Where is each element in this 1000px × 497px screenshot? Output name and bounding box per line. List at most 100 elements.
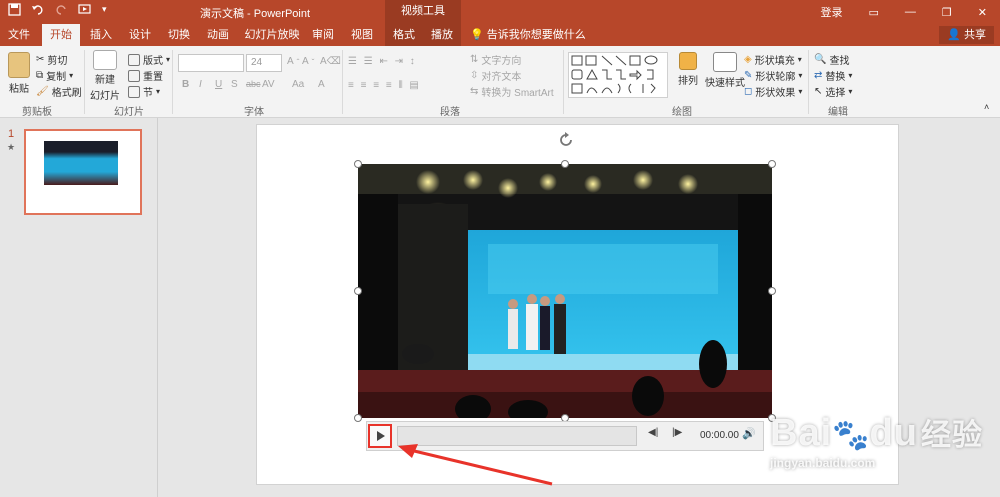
paste-label: 粘贴 xyxy=(9,84,29,95)
resize-handle[interactable] xyxy=(561,160,569,168)
chevron-down-icon: ▾ xyxy=(797,55,802,64)
share-button[interactable]: 👤 共享 xyxy=(939,26,994,44)
annotation-arrow xyxy=(398,444,553,486)
share-label: 共享 xyxy=(964,29,986,41)
bold-button[interactable]: B xyxy=(182,79,189,90)
smartart-button[interactable]: ⇆ 转换为 SmartArt xyxy=(470,84,554,99)
tell-me-box[interactable]: 💡 告诉我你想要做什么 xyxy=(470,24,586,46)
ribbon-display-icon[interactable]: ▭ xyxy=(856,6,892,19)
char-spacing-button[interactable]: AV xyxy=(262,79,275,90)
undo-icon[interactable] xyxy=(31,3,45,16)
chevron-down-icon: ▾ xyxy=(798,87,803,96)
find-button[interactable]: 🔍 查找 xyxy=(814,52,849,67)
new-slide-icon xyxy=(93,50,117,70)
format-painter-label: 格式刷 xyxy=(51,88,82,99)
person-icon: 👤 xyxy=(947,29,961,41)
animation-star-icon: ★ xyxy=(7,142,16,152)
step-forward-icon[interactable]: |▶ xyxy=(672,427,682,438)
new-slide-label: 新建 xyxy=(95,75,115,86)
volume-icon[interactable]: 🔊 xyxy=(742,427,756,440)
scissors-icon: ✂ xyxy=(36,54,45,65)
clear-format-icon[interactable]: A⌫ xyxy=(320,56,341,67)
watermark-url: jingyan.baidu.com xyxy=(770,456,876,470)
tab-transitions[interactable]: 切换 xyxy=(160,24,198,46)
shadow-button[interactable]: S xyxy=(231,79,238,90)
close-icon[interactable]: ✕ xyxy=(965,6,1000,19)
copy-button[interactable]: ⧉ 复制 ▾ xyxy=(36,68,73,83)
playback-time: 00:00.00 xyxy=(700,430,739,441)
divider xyxy=(563,50,564,114)
change-case-button[interactable]: Aa xyxy=(292,79,304,90)
arrange-button[interactable]: 排列 xyxy=(678,52,698,87)
chevron-down-icon: ▾ xyxy=(166,55,171,64)
align-icon[interactable]: ≡ ≡ ≡ ≡ ⫴ ▤ xyxy=(348,80,421,91)
decrease-font-icon[interactable]: Aˇ xyxy=(302,56,314,67)
redo-icon[interactable] xyxy=(55,3,68,16)
resize-handle[interactable] xyxy=(768,160,776,168)
new-slide-button[interactable]: 新建 幻灯片 xyxy=(90,50,120,102)
thumbnail-video-preview xyxy=(44,141,118,185)
shape-effects-button[interactable]: ◻ 形状效果 ▾ xyxy=(744,84,802,99)
quick-styles-button[interactable]: 快速样式 xyxy=(705,52,745,89)
paw-icon: 🐾 xyxy=(832,419,870,452)
paste-button[interactable]: 粘贴 xyxy=(8,52,30,95)
play-button[interactable] xyxy=(368,424,392,448)
smartart-label: 转换为 SmartArt xyxy=(481,88,554,99)
collapse-ribbon-icon[interactable]: ˄ xyxy=(984,102,989,112)
rotate-handle-icon[interactable] xyxy=(557,131,575,149)
section-button[interactable]: 节 ▾ xyxy=(128,84,160,99)
resize-handle[interactable] xyxy=(768,287,776,295)
save-icon[interactable] xyxy=(8,3,21,16)
resize-handle[interactable] xyxy=(354,287,362,295)
restore-icon[interactable]: ❐ xyxy=(929,6,965,19)
font-color-button[interactable]: A xyxy=(318,79,325,90)
start-from-beginning-icon[interactable] xyxy=(78,3,92,16)
tab-slideshow[interactable]: 幻灯片放映 xyxy=(240,24,304,46)
tab-insert[interactable]: 插入 xyxy=(82,24,120,46)
font-name-field[interactable] xyxy=(178,54,244,72)
increase-font-icon[interactable]: Aˆ xyxy=(287,56,299,67)
text-direction-button[interactable]: ⇅ 文字方向 xyxy=(470,52,521,67)
strikethrough-button[interactable]: abc xyxy=(246,79,261,89)
ribbon-tabs: 文件 开始 插入 设计 切换 动画 幻灯片放映 审阅 视图 格式 播放 💡 告诉… xyxy=(0,24,1000,46)
video-frame[interactable] xyxy=(358,164,772,418)
shape-fill-button[interactable]: ◈ 形状填充 ▾ xyxy=(744,52,802,67)
reset-button[interactable]: 重置 xyxy=(128,68,163,83)
resize-handle[interactable] xyxy=(354,160,362,168)
slide-thumbnail-pane: 1 ★ xyxy=(0,118,158,497)
cursor-icon: ↖ xyxy=(814,86,823,97)
minimize-icon[interactable]: — xyxy=(892,6,929,18)
tab-view[interactable]: 视图 xyxy=(342,24,382,46)
divider xyxy=(808,50,809,114)
bullets-icon[interactable]: ☰ ☰ ⇤ ⇥ ↕ xyxy=(348,56,417,67)
slide-thumbnail[interactable] xyxy=(24,129,142,215)
layout-button[interactable]: 版式 ▾ xyxy=(128,52,170,67)
replace-button[interactable]: ⇄ 替换 ▾ xyxy=(814,68,852,83)
align-text-button[interactable]: ⇳ 对齐文本 xyxy=(470,68,521,83)
resize-handle[interactable] xyxy=(354,414,362,422)
video-still-image xyxy=(358,164,772,418)
tab-animations[interactable]: 动画 xyxy=(199,24,237,46)
format-painter-button[interactable]: 🖌 格式刷 xyxy=(36,84,82,99)
shapes-gallery[interactable] xyxy=(568,52,668,98)
tab-playback[interactable]: 播放 xyxy=(423,24,461,46)
tab-review[interactable]: 审阅 xyxy=(306,24,340,46)
cut-button[interactable]: ✂ 剪切 xyxy=(36,52,67,67)
shape-outline-button[interactable]: ✎ 形状轮廓 ▾ xyxy=(744,68,802,83)
slide-number: 1 xyxy=(8,128,15,140)
step-back-icon[interactable]: ◀| xyxy=(648,427,658,438)
underline-button[interactable]: U xyxy=(215,79,222,90)
italic-button[interactable]: I xyxy=(199,79,202,90)
shape-outline-label: 形状轮廓 xyxy=(755,72,796,83)
tab-design[interactable]: 设计 xyxy=(121,24,159,46)
title-bar: ▾ 演示文稿 - PowerPoint 视频工具 登录 ▭ — ❐ ✕ xyxy=(0,0,1000,24)
tab-home[interactable]: 开始 xyxy=(42,24,80,46)
select-button[interactable]: ↖ 选择 ▾ xyxy=(814,84,852,99)
font-size-field[interactable]: 24 xyxy=(246,54,282,72)
tab-format[interactable]: 格式 xyxy=(385,24,423,46)
customize-qat-icon[interactable]: ▾ xyxy=(102,4,107,15)
login-button[interactable]: 登录 xyxy=(808,4,856,20)
shape-fill-label: 形状填充 xyxy=(754,56,795,67)
tab-file[interactable]: 文件 xyxy=(0,24,38,46)
cut-label: 剪切 xyxy=(47,56,68,67)
